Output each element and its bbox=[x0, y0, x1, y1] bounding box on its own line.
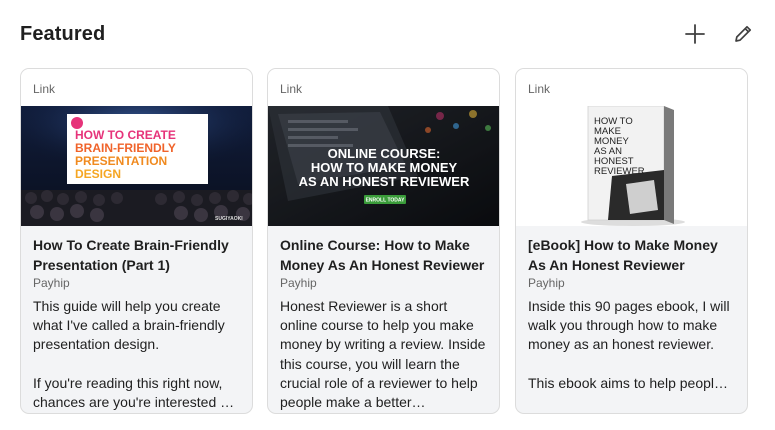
featured-card[interactable]: Link HOW TO MAKE MONEY AS AN HONEST REVI… bbox=[515, 68, 748, 414]
featured-card[interactable]: Link ONLINE COURSE: HOW TO MAKE MONEY AS… bbox=[267, 68, 500, 414]
card-title: Online Course: How to Make Money As An H… bbox=[280, 237, 485, 273]
card-source: Payhip bbox=[33, 276, 70, 290]
featured-header: Featured bbox=[20, 0, 760, 68]
card-thumbnail: HOW TO CREATE BRAIN-FRIENDLY PRESENTATIO… bbox=[21, 106, 252, 226]
card-description: This guide will help you create what I'v… bbox=[33, 298, 235, 411]
add-featured-button[interactable] bbox=[680, 19, 710, 49]
thumb-title-line: DESIGN bbox=[75, 167, 121, 181]
card-type-label: Link bbox=[33, 82, 56, 96]
thumb-title-line: HOW TO MAKE MONEY bbox=[311, 160, 458, 175]
thumb-title-line: AS AN HONEST REVIEWER bbox=[299, 174, 470, 189]
edit-featured-button[interactable] bbox=[728, 19, 758, 49]
thumb-badge: ENROLL TODAY bbox=[366, 198, 405, 204]
thumb-title-line: REVIEWER bbox=[594, 166, 645, 177]
thumb-title-line: BRAIN-FRIENDLY bbox=[75, 141, 176, 155]
card-type-label: Link bbox=[280, 82, 303, 96]
card-thumbnail: HOW TO MAKE MONEY AS AN HONEST REVIEWER bbox=[516, 106, 747, 226]
thumb-title-line: PRESENTATION bbox=[75, 154, 167, 168]
card-description: Honest Reviewer is a short online course… bbox=[280, 298, 486, 411]
card-type-label: Link bbox=[528, 82, 551, 96]
pencil-icon bbox=[735, 25, 752, 42]
card-source: Payhip bbox=[280, 276, 317, 290]
featured-card[interactable]: Link HOW TO CREATE BRAIN-FRIENDLY PRESEN… bbox=[20, 68, 253, 414]
card-thumbnail: ONLINE COURSE: HOW TO MAKE MONEY AS AN H… bbox=[268, 106, 499, 226]
card-source: Payhip bbox=[528, 276, 565, 290]
plus-icon bbox=[685, 24, 705, 44]
thumb-badge: SUGIYAOKI bbox=[215, 216, 243, 222]
card-title: How To Create Brain-Friendly Presentatio… bbox=[33, 237, 229, 273]
card-description: Inside this 90 pages ebook, I will walk … bbox=[528, 298, 730, 391]
section-title: Featured bbox=[20, 23, 106, 45]
thumb-title-line: HOW TO CREATE bbox=[75, 128, 176, 142]
card-title: [eBook] How to Make Money As An Honest R… bbox=[528, 237, 718, 273]
thumb-title-line: ONLINE COURSE: bbox=[328, 146, 441, 161]
